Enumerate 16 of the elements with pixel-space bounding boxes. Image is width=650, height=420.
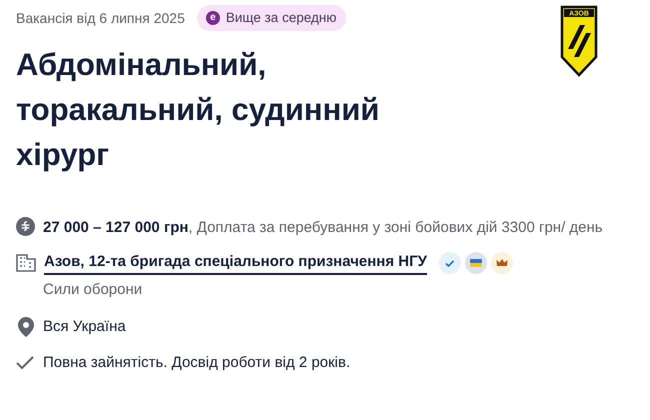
conditions-text: Повна зайнятість. Досвід роботи від 2 років. bbox=[43, 353, 350, 373]
location-pin-icon bbox=[18, 316, 34, 337]
badge-label: Вище за середню bbox=[226, 8, 337, 27]
level-icon: e bbox=[206, 11, 220, 25]
job-title: Абдомінальний, торакальний, судинний хірург bbox=[16, 46, 380, 174]
verified-icon bbox=[438, 252, 461, 274]
building-icon bbox=[16, 254, 36, 272]
check-icon bbox=[16, 356, 34, 370]
crown-icon bbox=[490, 252, 513, 274]
company-category: Сили оборони bbox=[43, 280, 144, 300]
currency-icon bbox=[16, 217, 35, 236]
posted-date: Вакансія від 6 липня 2025 bbox=[16, 8, 185, 28]
company-link[interactable]: Азов, 12-та бригада спеціального призначення НГУ bbox=[44, 251, 427, 275]
salary-text: 27 000 – 127 000 грн, Доплата за перебування у зоні бойових дій 3300 грн/ день bbox=[43, 218, 604, 238]
flag-icon bbox=[464, 252, 487, 274]
location-text: Вся Україна bbox=[43, 316, 126, 336]
